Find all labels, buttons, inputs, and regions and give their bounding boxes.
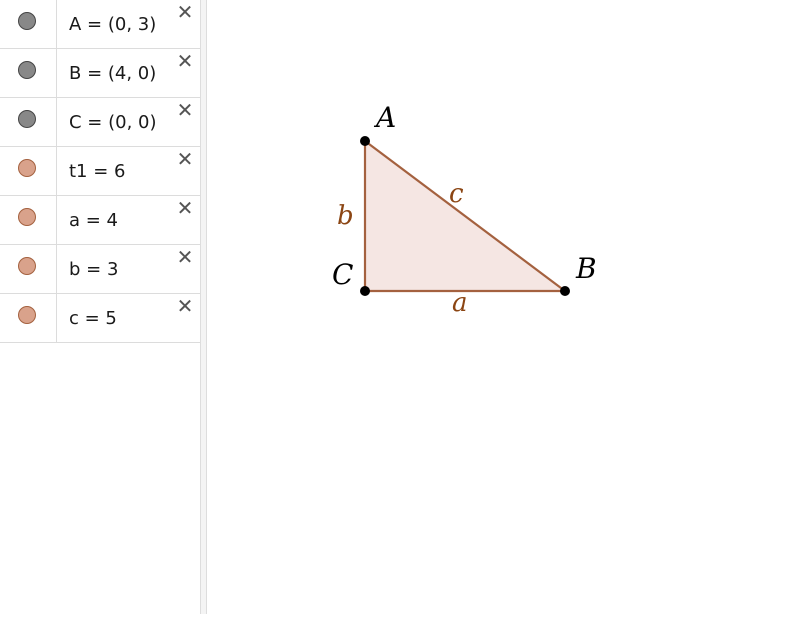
algebra-item-B[interactable]: B = (4, 0) ✕ — [0, 49, 200, 98]
visibility-toggle-marble[interactable] — [18, 306, 36, 324]
definition-text[interactable]: t1 = 6 — [69, 161, 126, 182]
graphics-canvas[interactable]: A B C a b c — [207, 0, 801, 617]
marble-cell — [0, 49, 57, 97]
visibility-toggle-marble[interactable] — [18, 257, 36, 275]
algebra-item-C[interactable]: C = (0, 0) ✕ — [0, 98, 200, 147]
marble-cell — [0, 147, 57, 195]
algebra-view: A = (0, 3) ✕ B = (4, 0) ✕ C = (0, 0) ✕ t… — [0, 0, 200, 617]
definition-text[interactable]: a = 4 — [69, 210, 118, 231]
algebra-item-c[interactable]: c = 5 ✕ — [0, 294, 200, 343]
marble-cell — [0, 0, 57, 48]
delete-icon[interactable]: ✕ — [176, 296, 194, 316]
geogebra-app: A = (0, 3) ✕ B = (4, 0) ✕ C = (0, 0) ✕ t… — [0, 0, 801, 617]
delete-icon[interactable]: ✕ — [176, 149, 194, 169]
segment-label-c: c — [449, 179, 464, 209]
point-A[interactable] — [360, 136, 370, 146]
definition-text[interactable]: b = 3 — [69, 259, 118, 280]
visibility-toggle-marble[interactable] — [18, 110, 36, 128]
visibility-toggle-marble[interactable] — [18, 159, 36, 177]
definition-text[interactable]: A = (0, 3) — [69, 14, 156, 35]
definition-text[interactable]: C = (0, 0) — [69, 112, 157, 133]
algebra-item-a[interactable]: a = 4 ✕ — [0, 196, 200, 245]
marble-cell — [0, 196, 57, 244]
delete-icon[interactable]: ✕ — [176, 2, 194, 22]
marble-cell — [0, 245, 57, 293]
delete-icon[interactable]: ✕ — [176, 247, 194, 267]
definition-text[interactable]: c = 5 — [69, 308, 117, 329]
marble-cell — [0, 294, 57, 342]
delete-icon[interactable]: ✕ — [176, 51, 194, 71]
delete-icon[interactable]: ✕ — [176, 100, 194, 120]
point-label-C: C — [332, 258, 353, 291]
point-C[interactable] — [360, 286, 370, 296]
visibility-toggle-marble[interactable] — [18, 61, 36, 79]
graphics-view[interactable]: A B C a b c — [207, 0, 801, 617]
algebra-list: A = (0, 3) ✕ B = (4, 0) ✕ C = (0, 0) ✕ t… — [0, 0, 200, 343]
definition-text[interactable]: B = (4, 0) — [69, 63, 156, 84]
algebra-item-b[interactable]: b = 3 ✕ — [0, 245, 200, 294]
point-label-A: A — [373, 101, 396, 134]
view-splitter[interactable] — [200, 0, 207, 614]
algebra-item-t1[interactable]: t1 = 6 ✕ — [0, 147, 200, 196]
point-B[interactable] — [560, 286, 570, 296]
visibility-toggle-marble[interactable] — [18, 208, 36, 226]
marble-cell — [0, 98, 57, 146]
visibility-toggle-marble[interactable] — [18, 12, 36, 30]
algebra-item-A[interactable]: A = (0, 3) ✕ — [0, 0, 200, 49]
segment-label-a: a — [452, 288, 468, 318]
delete-icon[interactable]: ✕ — [176, 198, 194, 218]
segment-label-b: b — [337, 201, 354, 231]
point-label-B: B — [575, 252, 597, 285]
